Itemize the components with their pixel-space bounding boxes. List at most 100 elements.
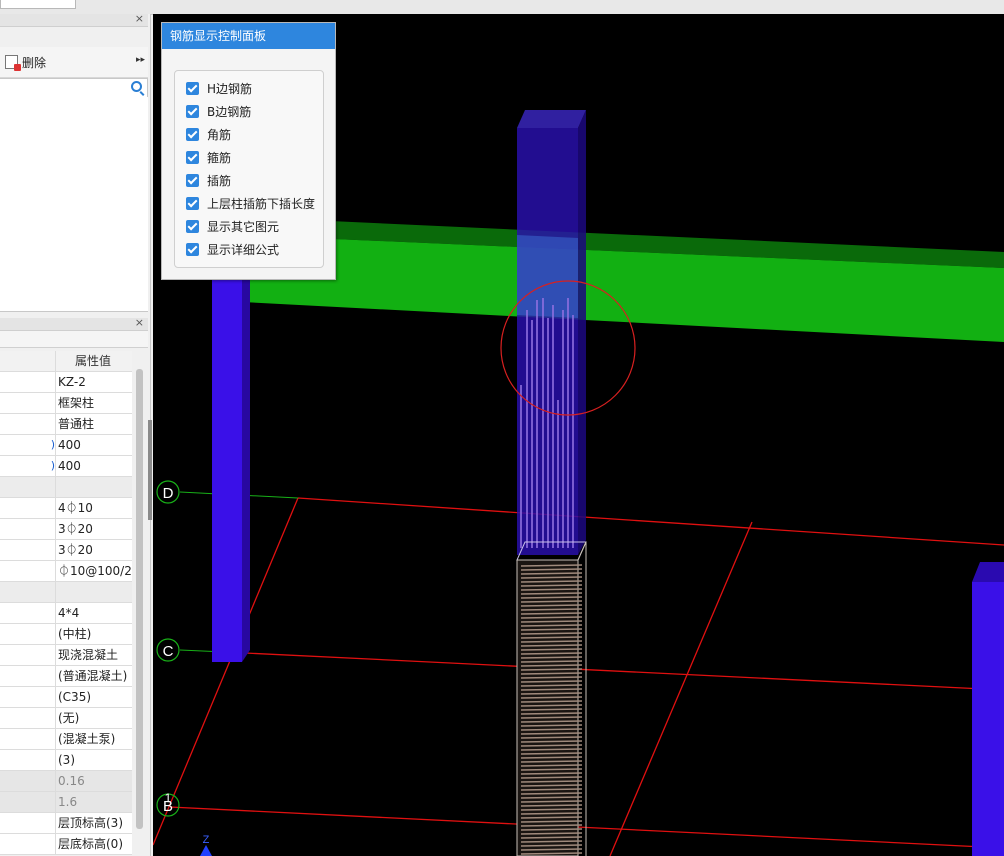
- checkbox-checked-icon[interactable]: [186, 128, 199, 141]
- property-name: [0, 414, 56, 434]
- property-row[interactable]: (无): [0, 708, 132, 729]
- property-row[interactable]: (普通混凝土): [0, 666, 132, 687]
- property-value[interactable]: 3⏀20: [58, 540, 132, 560]
- property-row[interactable]: KZ-2: [0, 372, 132, 393]
- property-value[interactable]: [58, 477, 132, 497]
- property-value[interactable]: 4*4: [58, 603, 132, 623]
- property-value[interactable]: (普通混凝土): [58, 666, 132, 686]
- property-row[interactable]: 普通柱: [0, 414, 132, 435]
- property-row[interactable]: (混凝土泵): [0, 729, 132, 750]
- property-value[interactable]: (无): [58, 708, 132, 728]
- rebar-option-checkbox[interactable]: 显示其它图元: [186, 218, 279, 236]
- property-value[interactable]: (3): [58, 750, 132, 770]
- stirrup-line: [520, 604, 583, 607]
- stirrup-line: [520, 748, 583, 751]
- property-name: [0, 645, 56, 665]
- property-value[interactable]: 普通柱: [58, 414, 132, 434]
- rebar-option-checkbox[interactable]: 箍筋: [186, 149, 231, 167]
- properties-header: ×: [0, 315, 148, 331]
- property-name: [0, 666, 56, 686]
- property-row[interactable]: 层顶标高(3): [0, 813, 132, 834]
- z-axis-label: Z: [203, 834, 210, 846]
- property-value[interactable]: 0.16: [58, 771, 132, 791]
- property-value[interactable]: 400: [58, 435, 132, 455]
- checkbox-checked-icon[interactable]: [186, 105, 199, 118]
- property-name-header: [0, 351, 56, 371]
- stirrup-line: [520, 620, 583, 623]
- property-value[interactable]: 400: [58, 456, 132, 476]
- stirrup-line: [520, 776, 583, 779]
- property-name: [0, 498, 56, 518]
- stirrup-line: [520, 624, 583, 627]
- close-icon[interactable]: ×: [135, 11, 144, 27]
- rebar-option-checkbox[interactable]: H边钢筋: [186, 80, 252, 98]
- checkbox-checked-icon[interactable]: [186, 197, 199, 210]
- properties-scrollbar[interactable]: [135, 359, 144, 839]
- checkbox-checked-icon[interactable]: [186, 174, 199, 187]
- property-row[interactable]: 层底标高(0): [0, 834, 132, 855]
- property-value[interactable]: 现浇混凝土: [58, 645, 132, 665]
- property-value[interactable]: 1.6: [58, 792, 132, 812]
- property-name: [0, 750, 56, 770]
- property-row[interactable]: 3⏀20: [0, 540, 132, 561]
- rebar-option-checkbox[interactable]: B边钢筋: [186, 103, 251, 121]
- rebar-option-checkbox[interactable]: 显示详细公式: [186, 241, 279, 259]
- rebar-option-checkbox[interactable]: 插筋: [186, 172, 231, 190]
- property-row[interactable]: 1.6: [0, 792, 132, 813]
- property-row[interactable]: 3⏀20: [0, 519, 132, 540]
- checkbox-checked-icon[interactable]: [186, 243, 199, 256]
- right-column: [972, 582, 1004, 856]
- checkbox-checked-icon[interactable]: [186, 220, 199, 233]
- property-value[interactable]: ⏀10@100/2: [58, 561, 132, 581]
- property-value[interactable]: 框架柱: [58, 393, 132, 413]
- panel-splitter[interactable]: [148, 420, 152, 520]
- scrollbar-thumb[interactable]: [136, 369, 143, 829]
- property-value[interactable]: 层顶标高(3): [58, 813, 132, 833]
- top-input-field[interactable]: [0, 0, 76, 9]
- rebar-option-checkbox[interactable]: 角筋: [186, 126, 231, 144]
- right-column-top: [972, 562, 1004, 582]
- property-value[interactable]: 4⏀10: [58, 498, 132, 518]
- property-value[interactable]: (C35): [58, 687, 132, 707]
- property-row[interactable]: ) 400: [0, 435, 132, 456]
- stirrup-line: [520, 744, 583, 747]
- properties-close-icon[interactable]: ×: [135, 315, 144, 331]
- property-name: [0, 624, 56, 644]
- delete-icon[interactable]: [5, 55, 21, 71]
- property-name: [0, 729, 56, 749]
- property-row[interactable]: (中柱): [0, 624, 132, 645]
- property-row[interactable]: 0.16: [0, 771, 132, 792]
- property-row[interactable]: ⏀10@100/2: [0, 561, 132, 582]
- property-value[interactable]: [58, 582, 132, 602]
- property-row[interactable]: 现浇混凝土: [0, 645, 132, 666]
- property-row[interactable]: 框架柱: [0, 393, 132, 414]
- property-row[interactable]: ) 400: [0, 456, 132, 477]
- component-search-input[interactable]: [0, 78, 148, 98]
- property-row[interactable]: (3): [0, 750, 132, 771]
- dialog-title[interactable]: 钢筋显示控制面板: [162, 23, 335, 49]
- property-row[interactable]: 4⏀10: [0, 498, 132, 519]
- stirrup-line: [520, 808, 583, 811]
- property-value[interactable]: KZ-2: [58, 372, 132, 392]
- property-name: [0, 771, 56, 791]
- property-value[interactable]: (混凝土泵): [58, 729, 132, 749]
- property-value[interactable]: 3⏀20: [58, 519, 132, 539]
- stirrup-line: [520, 580, 583, 583]
- stirrup-line: [520, 780, 583, 783]
- stirrup-line: [520, 688, 583, 691]
- stirrup-line: [520, 588, 583, 591]
- property-value[interactable]: 层底标高(0): [58, 834, 132, 854]
- search-icon[interactable]: [131, 81, 142, 92]
- property-row[interactable]: [0, 582, 132, 603]
- more-tools-icon[interactable]: ▸▸: [136, 55, 145, 65]
- property-row[interactable]: (C35): [0, 687, 132, 708]
- checkbox-checked-icon[interactable]: [186, 151, 199, 164]
- checkbox-checked-icon[interactable]: [186, 82, 199, 95]
- property-row[interactable]: [0, 477, 132, 498]
- delete-button[interactable]: 删除: [22, 54, 46, 71]
- stirrup-line: [520, 636, 583, 639]
- rebar-option-checkbox[interactable]: 上层柱插筋下插长度: [186, 195, 315, 213]
- component-tree[interactable]: [0, 97, 148, 312]
- property-value[interactable]: (中柱): [58, 624, 132, 644]
- property-row[interactable]: 4*4: [0, 603, 132, 624]
